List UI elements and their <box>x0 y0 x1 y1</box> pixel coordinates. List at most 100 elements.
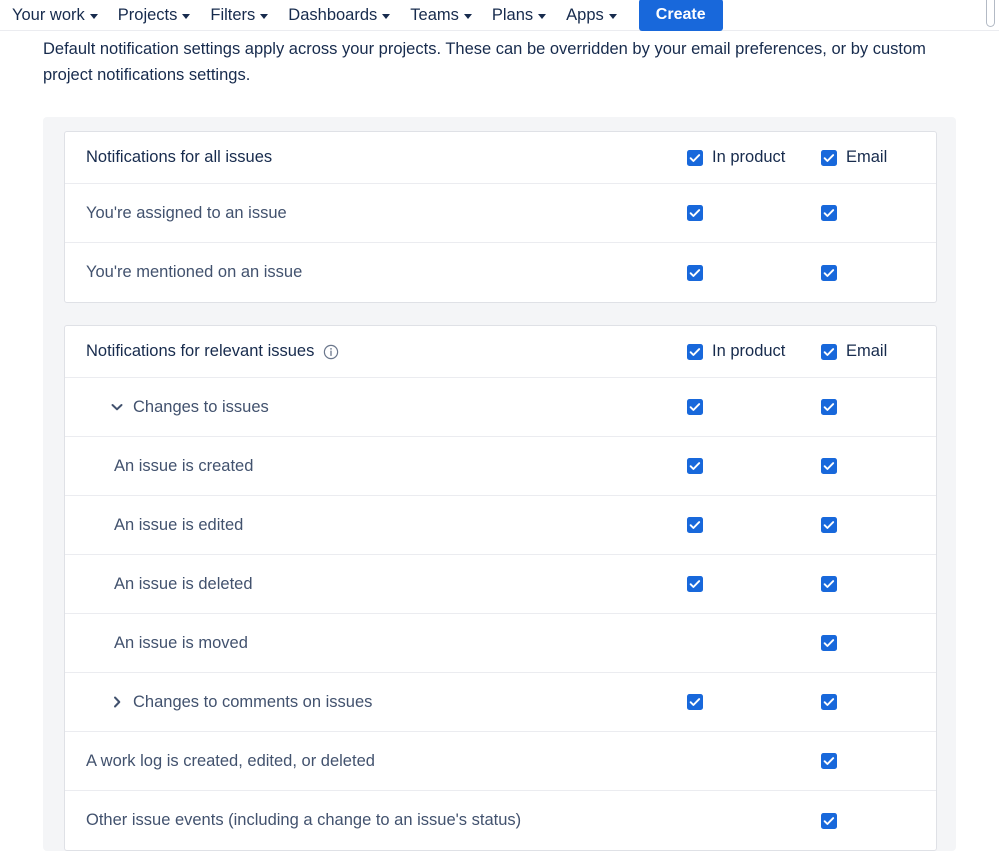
email-checkbox[interactable] <box>821 635 837 651</box>
chevron-down-icon <box>608 13 617 19</box>
nav-item-dashboards[interactable]: Dashboards <box>278 0 400 31</box>
notification-row-label-group: Other issue events (including a change t… <box>65 811 521 830</box>
nav-item-teams[interactable]: Teams <box>400 0 482 31</box>
chevron-down-icon[interactable] <box>110 400 124 414</box>
notification-row-label: An issue is edited <box>114 515 244 534</box>
notification-row: An issue is edited <box>65 496 936 555</box>
email-cell <box>821 458 837 474</box>
email-cell <box>821 576 837 592</box>
in-product-checkbox[interactable] <box>687 264 703 281</box>
notification-row: An issue is created <box>65 437 936 496</box>
in-product-select-all-checkbox[interactable] <box>687 343 703 360</box>
column-header-in-product: In product <box>687 148 785 167</box>
in-product-cell <box>687 576 703 592</box>
in-product-column-label: In product <box>712 148 786 166</box>
email-cell <box>821 205 837 221</box>
email-checkbox[interactable] <box>821 753 837 769</box>
notification-settings-shell: Notifications for all issues In product Em… <box>43 117 956 851</box>
in-product-cell <box>687 694 703 710</box>
notification-row-label-group[interactable]: Changes to issues <box>65 398 269 417</box>
email-checkbox[interactable] <box>821 576 837 592</box>
notification-row-label-group: You're assigned to an issue <box>65 204 287 223</box>
notification-row-label: You're assigned to an issue <box>86 203 287 222</box>
in-product-cell <box>687 205 703 221</box>
email-cell <box>821 753 837 769</box>
notification-row: An issue is deleted <box>65 555 936 614</box>
nav-item-projects[interactable]: Projects <box>108 0 201 31</box>
in-product-cell <box>687 399 703 415</box>
in-product-checkbox[interactable] <box>687 694 703 710</box>
email-select-all-checkbox[interactable] <box>821 149 837 166</box>
nav-item-label: Dashboards <box>288 5 378 24</box>
email-cell <box>821 517 837 533</box>
chevron-down-icon <box>182 13 191 19</box>
email-column-label: Email <box>846 342 888 360</box>
email-checkbox[interactable] <box>821 264 837 281</box>
email-cell <box>821 694 837 710</box>
notification-row-label-group: An issue is created <box>65 457 253 476</box>
card-header-row: Notifications for relevant issues In prod… <box>65 326 936 378</box>
card-header-row: Notifications for all issues In product Em… <box>65 132 936 184</box>
nav-item-label: Plans <box>491 5 534 24</box>
notification-row-label-group[interactable]: Changes to comments on issues <box>65 693 372 712</box>
email-checkbox[interactable] <box>821 812 837 829</box>
in-product-cell <box>687 264 703 281</box>
notification-row: Other issue events (including a change t… <box>65 791 936 850</box>
info-icon[interactable] <box>323 344 339 360</box>
chevron-down-icon <box>538 13 547 19</box>
email-cell <box>821 264 837 281</box>
page-description: Default notification settings apply acro… <box>43 40 926 84</box>
nav-item-label: Teams <box>410 5 459 24</box>
notification-row-label: An issue is deleted <box>114 574 253 593</box>
notification-row-label: An issue is created <box>114 456 254 475</box>
nav-item-label: Apps <box>566 5 604 24</box>
card-title-group: Notifications for relevant issues <box>65 342 339 361</box>
notification-row-label: You're mentioned on an issue <box>86 263 303 281</box>
in-product-checkbox[interactable] <box>687 205 703 221</box>
in-product-checkbox[interactable] <box>687 517 703 533</box>
email-select-all-checkbox[interactable] <box>821 343 837 360</box>
in-product-select-all-checkbox[interactable] <box>687 149 703 166</box>
email-checkbox[interactable] <box>821 399 837 415</box>
scrollbar-thumb[interactable] <box>986 0 995 27</box>
nav-item-filters[interactable]: Filters <box>200 0 278 31</box>
notification-row-label: Changes to comments on issues <box>133 692 373 711</box>
nav-item-apps[interactable]: Apps <box>556 0 627 31</box>
email-cell <box>821 812 837 829</box>
notification-row-label-group: A work log is created, edited, or delete… <box>65 752 375 771</box>
create-button[interactable]: Create <box>638 0 723 32</box>
email-checkbox[interactable] <box>821 458 837 474</box>
nav-item-label: Filters <box>210 5 256 24</box>
notification-row-label: Changes to issues <box>133 397 269 416</box>
in-product-checkbox[interactable] <box>687 399 703 415</box>
in-product-cell <box>687 458 703 474</box>
global-navigation-bar: Your work Projects Filters Dashboards Teams P… <box>0 0 999 32</box>
in-product-checkbox[interactable] <box>687 458 703 474</box>
card-title-group: Notifications for all issues <box>65 148 272 167</box>
notification-row: Changes to issues <box>65 378 936 437</box>
nav-item-your-work[interactable]: Your work <box>2 0 108 31</box>
notification-row: You're assigned to an issue <box>65 184 936 243</box>
notification-row-label-group: You're mentioned on an issue <box>65 263 302 282</box>
notification-row-label: A work log is created, edited, or delete… <box>86 751 375 770</box>
column-header-in-product: In product <box>687 342 785 361</box>
nav-item-label: Projects <box>117 5 178 24</box>
column-header-email: Email <box>821 342 887 361</box>
nav-item-plans[interactable]: Plans <box>482 0 556 31</box>
email-column-label: Email <box>846 148 888 166</box>
chevron-down-icon <box>260 13 269 19</box>
notification-row-label: An issue is moved <box>114 633 248 652</box>
notification-row: You're mentioned on an issue <box>65 243 936 302</box>
column-header-email: Email <box>821 148 887 167</box>
chevron-down-icon <box>463 13 472 19</box>
email-checkbox[interactable] <box>821 694 837 710</box>
in-product-checkbox[interactable] <box>687 576 703 592</box>
chevron-right-icon[interactable] <box>110 695 124 709</box>
email-checkbox[interactable] <box>821 205 837 221</box>
notification-row-label-group: An issue is deleted <box>65 575 253 594</box>
card-title: Notifications for all issues <box>86 148 273 166</box>
notification-row: Changes to comments on issues <box>65 673 936 732</box>
notification-row: An issue is moved <box>65 614 936 673</box>
notification-row: A work log is created, edited, or delete… <box>65 732 936 791</box>
email-checkbox[interactable] <box>821 517 837 533</box>
